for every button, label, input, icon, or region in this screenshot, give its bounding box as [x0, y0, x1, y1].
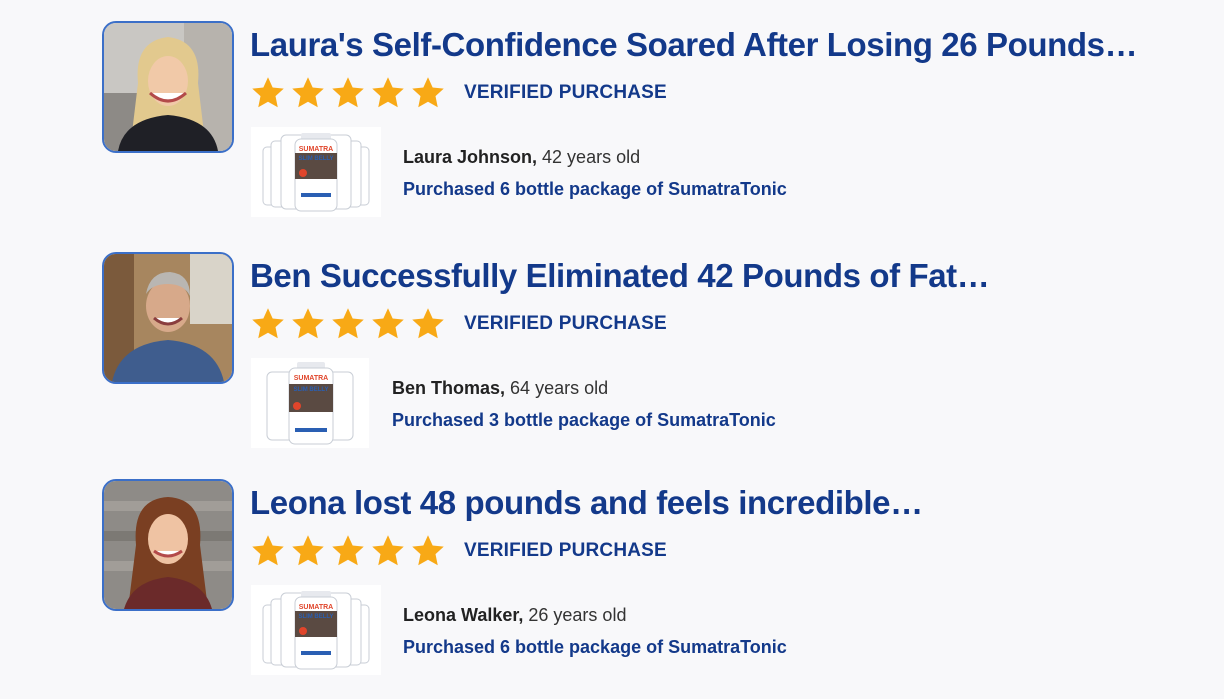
- bottle-label-line2: SLIM BELLY: [298, 614, 333, 620]
- review-headline: Ben Successfully Eliminated 42 Pounds of…: [250, 257, 990, 294]
- buyer-name: Leona Walker,: [403, 605, 524, 625]
- bottles-six: SUMATRA SLIM BELLY: [262, 133, 370, 212]
- bottle-label-line1: SUMATRA: [299, 146, 333, 153]
- purchase-details: Purchased 6 bottle package of SumatraTon…: [403, 637, 787, 657]
- verified-purchase-badge: VERIFIED PURCHASE: [464, 540, 667, 561]
- product-bundle-image: SUMATRA SLIM BELLY: [251, 127, 381, 217]
- product-bundle-image: SUMATRA SLIM BELLY: [251, 358, 369, 448]
- buyer-age: 64 years old: [510, 378, 609, 398]
- rating-row: VERIFIED PURCHASE: [250, 304, 667, 344]
- star-icon: [412, 77, 444, 108]
- star-icon: [252, 535, 284, 566]
- buyer-age: 26 years old: [528, 605, 627, 625]
- reviewer-photo: [104, 23, 232, 151]
- purchase-details: Purchased 3 bottle package of SumatraTon…: [392, 410, 776, 430]
- verified-purchase-badge: VERIFIED PURCHASE: [464, 313, 667, 334]
- reviewer-photo: [104, 481, 232, 609]
- star-icon: [332, 77, 364, 108]
- star-rating: [250, 306, 446, 342]
- reviewer-avatar: [102, 252, 234, 384]
- bottle-label-line2: SLIM BELLY: [293, 387, 328, 393]
- star-icon: [252, 308, 284, 339]
- star-icon: [332, 535, 364, 566]
- star-icon: [372, 77, 404, 108]
- verified-purchase-badge: VERIFIED PURCHASE: [464, 82, 667, 103]
- bottle-label-line2: SLIM BELLY: [298, 156, 333, 162]
- purchase-details: Purchased 6 bottle package of SumatraTon…: [403, 179, 787, 199]
- reviewer-photo: [104, 254, 232, 382]
- review-headline: Leona lost 48 pounds and feels incredibl…: [250, 484, 923, 521]
- review-card: Laura's Self-Confidence Soared After Los…: [0, 21, 1224, 241]
- reviewer-avatar: [102, 21, 234, 153]
- bottle-label-line1: SUMATRA: [294, 375, 328, 382]
- review-headline: Laura's Self-Confidence Soared After Los…: [250, 26, 1138, 63]
- star-icon: [412, 535, 444, 566]
- star-icon: [332, 308, 364, 339]
- buyer-info: Laura Johnson, 42 years old Purchased 6 …: [403, 145, 787, 201]
- star-icon: [412, 308, 444, 339]
- rating-row: VERIFIED PURCHASE: [250, 73, 667, 113]
- buyer-info: Ben Thomas, 64 years old Purchased 3 bot…: [392, 376, 776, 432]
- buyer-name: Ben Thomas,: [392, 378, 506, 398]
- buyer-name: Laura Johnson,: [403, 147, 538, 167]
- star-icon: [292, 77, 324, 108]
- buyer-age: 42 years old: [542, 147, 641, 167]
- reviewer-avatar: [102, 479, 234, 611]
- star-icon: [372, 535, 404, 566]
- product-bundle-image: SUMATRA SLIM BELLY: [251, 585, 381, 675]
- bottles-six: SUMATRA SLIM BELLY: [262, 591, 370, 670]
- star-icon: [292, 308, 324, 339]
- bottles-three: SUMATRA SLIM BELLY: [266, 362, 354, 445]
- rating-row: VERIFIED PURCHASE: [250, 531, 667, 571]
- star-rating: [250, 533, 446, 569]
- review-card: Leona lost 48 pounds and feels incredibl…: [0, 479, 1224, 699]
- star-icon: [292, 535, 324, 566]
- review-card: Ben Successfully Eliminated 42 Pounds of…: [0, 252, 1224, 472]
- star-icon: [252, 77, 284, 108]
- star-rating: [250, 75, 446, 111]
- buyer-info: Leona Walker, 26 years old Purchased 6 b…: [403, 603, 787, 659]
- bottle-label-line1: SUMATRA: [299, 604, 333, 611]
- star-icon: [372, 308, 404, 339]
